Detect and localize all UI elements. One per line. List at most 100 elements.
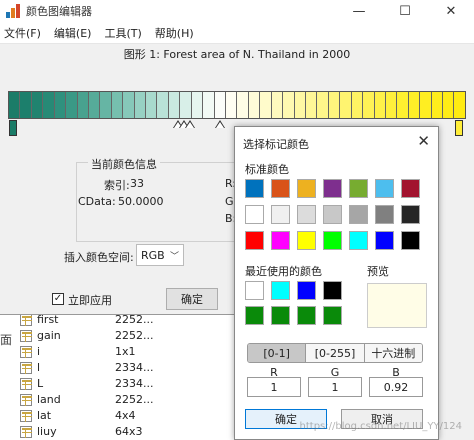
workspace-row[interactable]: i 1x1 — [20, 344, 136, 359]
standard-color-swatch[interactable] — [375, 179, 394, 198]
colormap-cell[interactable] — [191, 92, 204, 118]
standard-color-swatch[interactable] — [323, 179, 342, 198]
standard-color-swatch[interactable] — [297, 179, 316, 198]
caret-marker[interactable] — [185, 120, 195, 128]
standard-color-swatch[interactable] — [401, 179, 420, 198]
standard-color-swatch[interactable] — [349, 205, 368, 224]
close-icon[interactable]: ✕ — [417, 132, 430, 150]
standard-color-swatch[interactable] — [401, 205, 420, 224]
minimize-button[interactable]: — — [336, 0, 382, 22]
workspace-row[interactable]: first 2252... — [20, 315, 153, 327]
colormap-cell[interactable] — [443, 92, 455, 118]
recent-color-swatch[interactable] — [271, 306, 290, 325]
standard-color-swatch[interactable] — [297, 205, 316, 224]
colormap-cell[interactable] — [88, 92, 101, 118]
colormap-cell[interactable] — [248, 92, 261, 118]
colormap-cell[interactable] — [134, 92, 147, 118]
b-input[interactable]: 0.92 — [369, 377, 423, 397]
colormap-cell[interactable] — [237, 92, 249, 118]
colormap-cell[interactable] — [340, 92, 352, 118]
colormap-cell[interactable] — [431, 92, 444, 118]
colormap-cell[interactable] — [180, 92, 192, 118]
workspace-row[interactable]: lat 4x4 — [20, 408, 136, 423]
menu-tools[interactable]: 工具(T) — [104, 25, 141, 41]
menu-edit[interactable]: 编辑(E) — [54, 25, 92, 41]
colormap-cell[interactable] — [31, 92, 44, 118]
standard-color-swatch[interactable] — [245, 179, 264, 198]
colormap-cell[interactable] — [328, 92, 341, 118]
colormap-cell[interactable] — [454, 92, 465, 118]
standard-color-swatch[interactable] — [245, 205, 264, 224]
recent-color-swatch[interactable] — [271, 281, 290, 300]
colormap-cell[interactable] — [385, 92, 398, 118]
colormap-cell[interactable] — [317, 92, 329, 118]
apply-now-checkbox[interactable]: ✓ — [52, 293, 64, 305]
standard-color-swatch[interactable] — [349, 179, 368, 198]
colormap-cell[interactable] — [66, 92, 78, 118]
colormap-cell[interactable] — [203, 92, 215, 118]
color-space-select[interactable]: RGB ﹀ — [136, 244, 184, 266]
maximize-button[interactable]: ☐ — [382, 0, 428, 22]
colormap-cell[interactable] — [420, 92, 432, 118]
standard-color-swatch[interactable] — [323, 231, 342, 250]
colormap-cell[interactable] — [260, 92, 272, 118]
colormap-cell[interactable] — [305, 92, 318, 118]
standard-color-swatch[interactable] — [349, 231, 368, 250]
colormap-cell[interactable] — [294, 92, 306, 118]
colormap-marker-left[interactable] — [9, 120, 17, 136]
standard-color-swatch[interactable] — [375, 231, 394, 250]
standard-color-swatch[interactable] — [271, 205, 290, 224]
colormap-strip[interactable] — [8, 91, 466, 119]
recent-color-swatch[interactable] — [245, 281, 264, 300]
workspace-row[interactable]: L 2334... — [20, 376, 153, 391]
colormap-cell[interactable] — [408, 92, 421, 118]
standard-color-swatch[interactable] — [271, 231, 290, 250]
colormap-cell[interactable] — [363, 92, 375, 118]
tab-0-255[interactable]: [0-255] — [306, 344, 365, 362]
standard-color-swatch[interactable] — [323, 205, 342, 224]
colormap-cell[interactable] — [214, 92, 227, 118]
colormap-cell[interactable] — [283, 92, 295, 118]
workspace-row[interactable]: l 2334... — [20, 360, 153, 375]
standard-color-swatch[interactable] — [375, 205, 394, 224]
colormap-cell[interactable] — [100, 92, 112, 118]
colormap-cell[interactable] — [9, 92, 21, 118]
caret-marker[interactable] — [215, 120, 225, 128]
menu-file[interactable]: 文件(F) — [4, 25, 41, 41]
workspace-row[interactable]: land 2252... — [20, 392, 153, 407]
colormap-cell[interactable] — [54, 92, 67, 118]
colormap-cell[interactable] — [271, 92, 284, 118]
colormap-cell[interactable] — [157, 92, 169, 118]
recent-color-swatch[interactable] — [323, 281, 342, 300]
recent-color-swatch[interactable] — [297, 281, 316, 300]
colormap-cell[interactable] — [43, 92, 55, 118]
colormap-cell[interactable] — [146, 92, 158, 118]
colormap-cell[interactable] — [20, 92, 32, 118]
menu-help[interactable]: 帮助(H) — [155, 25, 194, 41]
recent-color-swatch[interactable] — [323, 306, 342, 325]
tab-0-1[interactable]: [0-1] — [248, 344, 307, 362]
colormap-cell[interactable] — [374, 92, 386, 118]
r-input[interactable]: 1 — [247, 377, 301, 397]
variable-value: 1x1 — [115, 345, 136, 358]
colormap-cell[interactable] — [397, 92, 409, 118]
recent-color-swatch[interactable] — [297, 306, 316, 325]
colormap-cell[interactable] — [111, 92, 124, 118]
colormap-cell[interactable] — [168, 92, 181, 118]
colormap-cell[interactable] — [351, 92, 364, 118]
colormap-marker-right[interactable] — [455, 120, 463, 136]
colormap-cell[interactable] — [226, 92, 238, 118]
g-input[interactable]: 1 — [308, 377, 362, 397]
colormap-cell[interactable] — [77, 92, 89, 118]
recent-color-swatch[interactable] — [245, 306, 264, 325]
close-button[interactable]: ✕ — [428, 0, 474, 22]
standard-color-swatch[interactable] — [245, 231, 264, 250]
colormap-cell[interactable] — [123, 92, 135, 118]
workspace-row[interactable]: gain 2252... — [20, 328, 153, 343]
workspace-row[interactable]: liuy 64x3 — [20, 424, 143, 439]
standard-color-swatch[interactable] — [271, 179, 290, 198]
ok-button[interactable]: 确定 — [166, 288, 218, 310]
standard-color-swatch[interactable] — [401, 231, 420, 250]
tab-hex[interactable]: 十六进制 — [364, 344, 422, 362]
standard-color-swatch[interactable] — [297, 231, 316, 250]
